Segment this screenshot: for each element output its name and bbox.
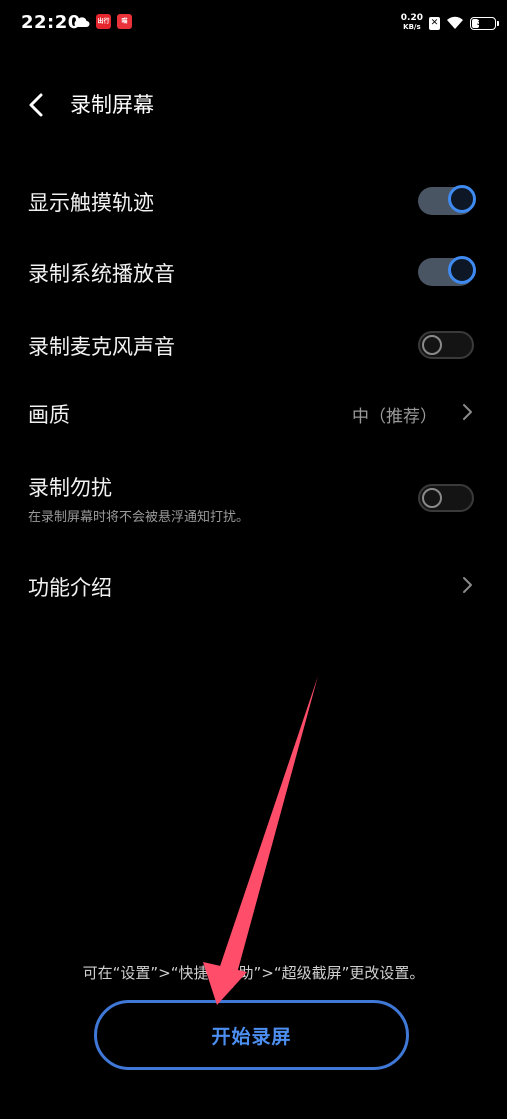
setting-record-system-audio-label: 录制系统播放音 bbox=[28, 262, 175, 286]
setting-intro-label: 功能介绍 bbox=[28, 576, 112, 600]
setting-quality-label: 画质 bbox=[28, 403, 70, 427]
show-touch-toggle[interactable] bbox=[418, 185, 476, 215]
toggle-knob bbox=[422, 335, 442, 355]
setting-show-touch[interactable]: 显示触摸轨迹 bbox=[0, 170, 507, 232]
setting-quality-value: 中（推荐） bbox=[352, 407, 437, 427]
setting-record-system-audio[interactable]: 录制系统播放音 bbox=[0, 241, 507, 303]
chevron-right-icon bbox=[463, 577, 472, 593]
setting-intro[interactable]: 功能介绍 bbox=[0, 556, 507, 618]
header: 录制屏幕 bbox=[0, 84, 507, 126]
setting-record-mic-label: 录制麦克风声音 bbox=[28, 335, 175, 359]
cloud-icon bbox=[74, 16, 90, 27]
record-system-audio-toggle[interactable] bbox=[418, 256, 476, 286]
cat-app-icon: 喵 bbox=[117, 14, 132, 29]
dnd-toggle[interactable] bbox=[418, 484, 474, 512]
toggle-knob bbox=[448, 185, 476, 213]
back-arrow-icon[interactable] bbox=[22, 90, 52, 120]
setting-dnd[interactable]: 录制勿扰 在录制屏幕时将不会被悬浮通知打扰。 bbox=[0, 462, 507, 532]
status-bar: 22:20 出行 喵 0.20 KB/s ✕ 38 bbox=[0, 0, 507, 48]
status-time: 22:20 bbox=[21, 12, 81, 33]
setting-show-touch-label: 显示触摸轨迹 bbox=[28, 191, 154, 215]
wifi-icon bbox=[447, 16, 463, 29]
setting-record-mic[interactable]: 录制麦克风声音 bbox=[0, 314, 507, 376]
setting-dnd-description: 在录制屏幕时将不会被悬浮通知打扰。 bbox=[28, 510, 250, 525]
toggle-knob bbox=[422, 488, 442, 508]
battery-level: 38 bbox=[476, 18, 490, 28]
start-recording-button[interactable]: 开始录屏 bbox=[94, 1000, 409, 1070]
battery-icon: 38 bbox=[470, 16, 499, 30]
no-sim-icon: ✕ bbox=[429, 16, 440, 30]
setting-dnd-label: 录制勿扰 bbox=[28, 476, 112, 500]
setting-quality[interactable]: 画质 中（推荐） bbox=[0, 382, 507, 444]
network-speed: 0.20 KB/s bbox=[401, 14, 423, 32]
record-mic-toggle[interactable] bbox=[418, 331, 474, 359]
network-speed-unit: KB/s bbox=[403, 23, 421, 31]
app-badge-icon: 出行 bbox=[96, 14, 111, 29]
toggle-knob bbox=[448, 256, 476, 284]
page-title: 录制屏幕 bbox=[70, 93, 154, 117]
status-right: 0.20 KB/s ✕ 38 bbox=[401, 14, 499, 32]
settings-hint: 可在“设置”>“快捷与辅助”>“超级截屏”更改设置。 bbox=[82, 964, 425, 982]
chevron-right-icon bbox=[463, 404, 472, 420]
notification-icons: 出行 喵 bbox=[74, 14, 132, 29]
network-speed-value: 0.20 bbox=[400, 13, 423, 23]
